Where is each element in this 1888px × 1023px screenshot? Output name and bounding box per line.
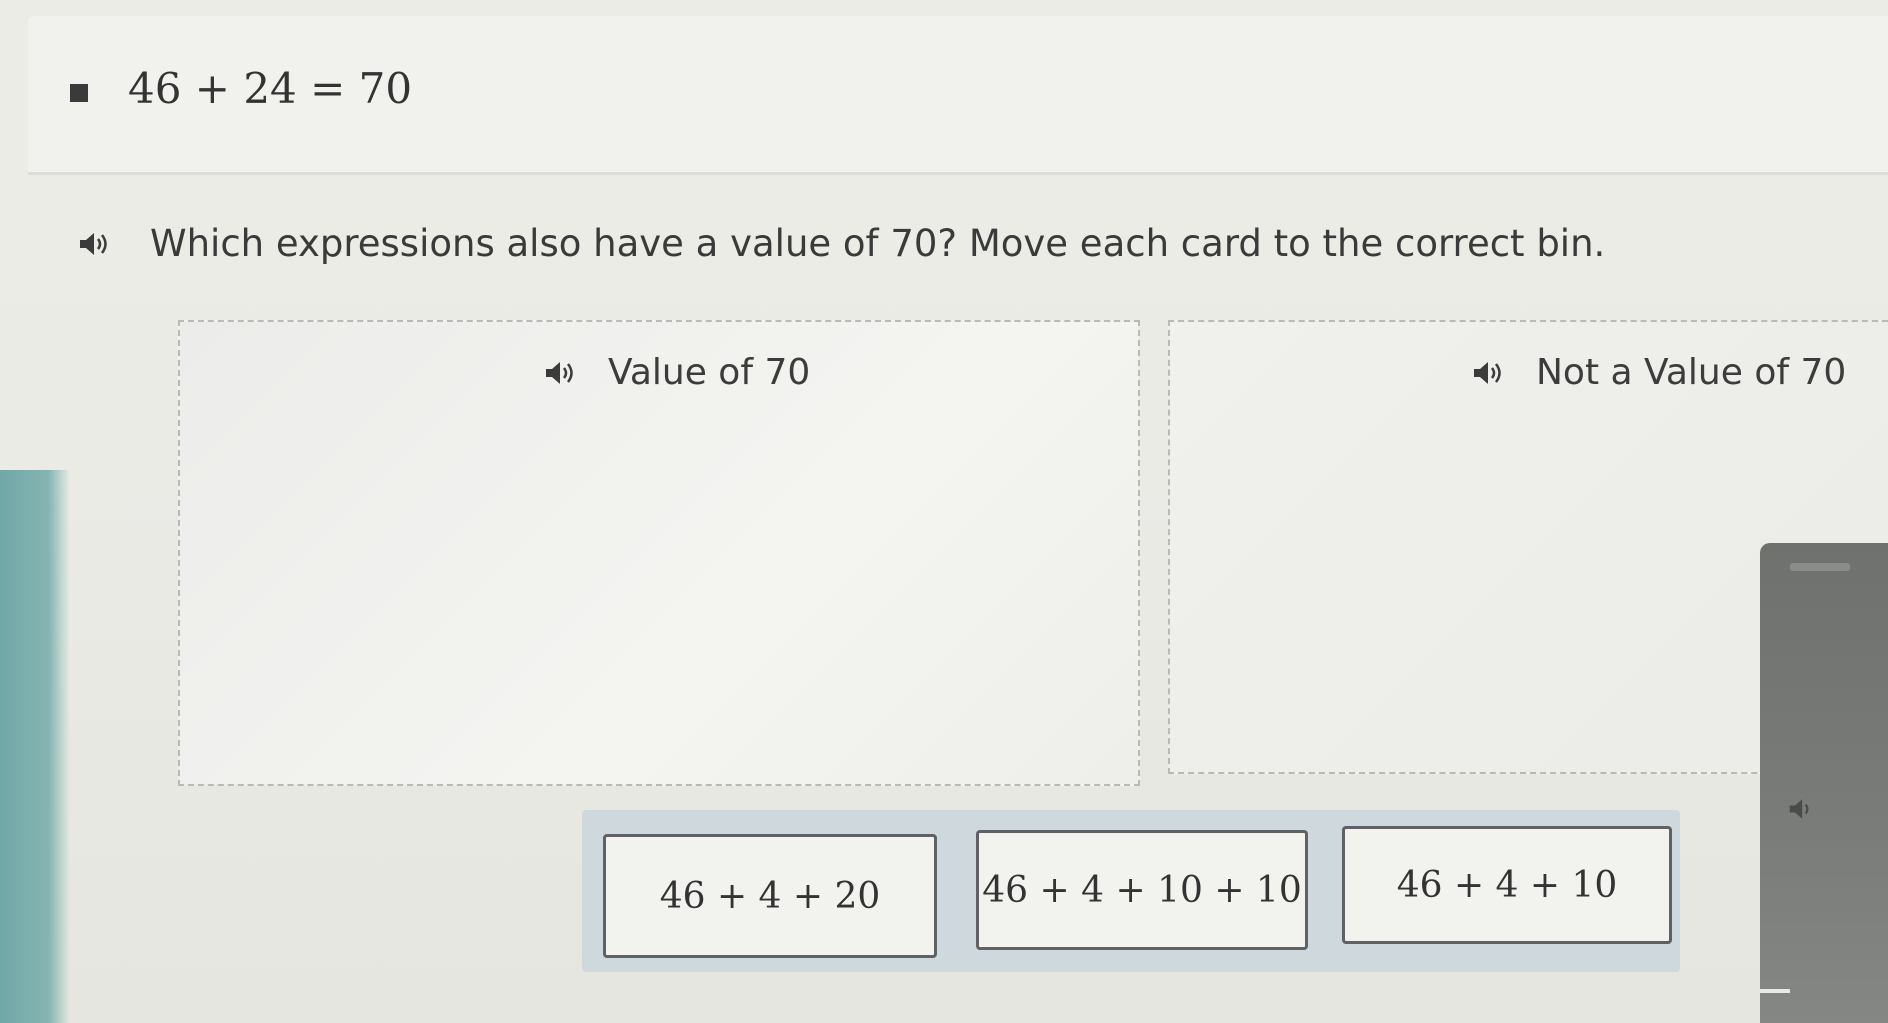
card-expression: 46 + 4 + 10 (1396, 864, 1618, 906)
card-expression: 46 + 4 + 10 + 10 (982, 869, 1302, 911)
prompt-row: Which expressions also have a value of 7… (78, 222, 1605, 265)
expression-card[interactable]: 46 + 4 + 10 (1342, 826, 1672, 944)
bin-title: Value of 70 (544, 352, 810, 393)
side-panel-divider (1760, 989, 1790, 993)
app-stage: 46 + 24 = 70 Which expressions also have… (0, 0, 1888, 1023)
speaker-icon[interactable] (1472, 359, 1506, 387)
bin-title: Not a Value of 70 (1472, 352, 1846, 393)
expression-card[interactable]: 46 + 4 + 20 (603, 834, 937, 958)
bullet-square-icon (70, 84, 88, 102)
speaker-icon[interactable] (1788, 796, 1818, 826)
speaker-icon[interactable] (78, 230, 112, 258)
bin-label: Value of 70 (608, 352, 811, 393)
prompt-text: Which expressions also have a value of 7… (150, 222, 1606, 265)
given-expression: 46 + 24 = 70 (128, 64, 413, 113)
background-edge (0, 470, 70, 1023)
card-expression: 46 + 4 + 20 (659, 875, 881, 917)
side-panel (1760, 543, 1888, 1023)
expression-card[interactable]: 46 + 4 + 10 + 10 (976, 830, 1308, 950)
side-panel-header (1790, 563, 1850, 571)
speaker-icon[interactable] (544, 359, 578, 387)
bin-label: Not a Value of 70 (1536, 352, 1847, 393)
bin-value-of-70[interactable]: Value of 70 (178, 320, 1140, 786)
